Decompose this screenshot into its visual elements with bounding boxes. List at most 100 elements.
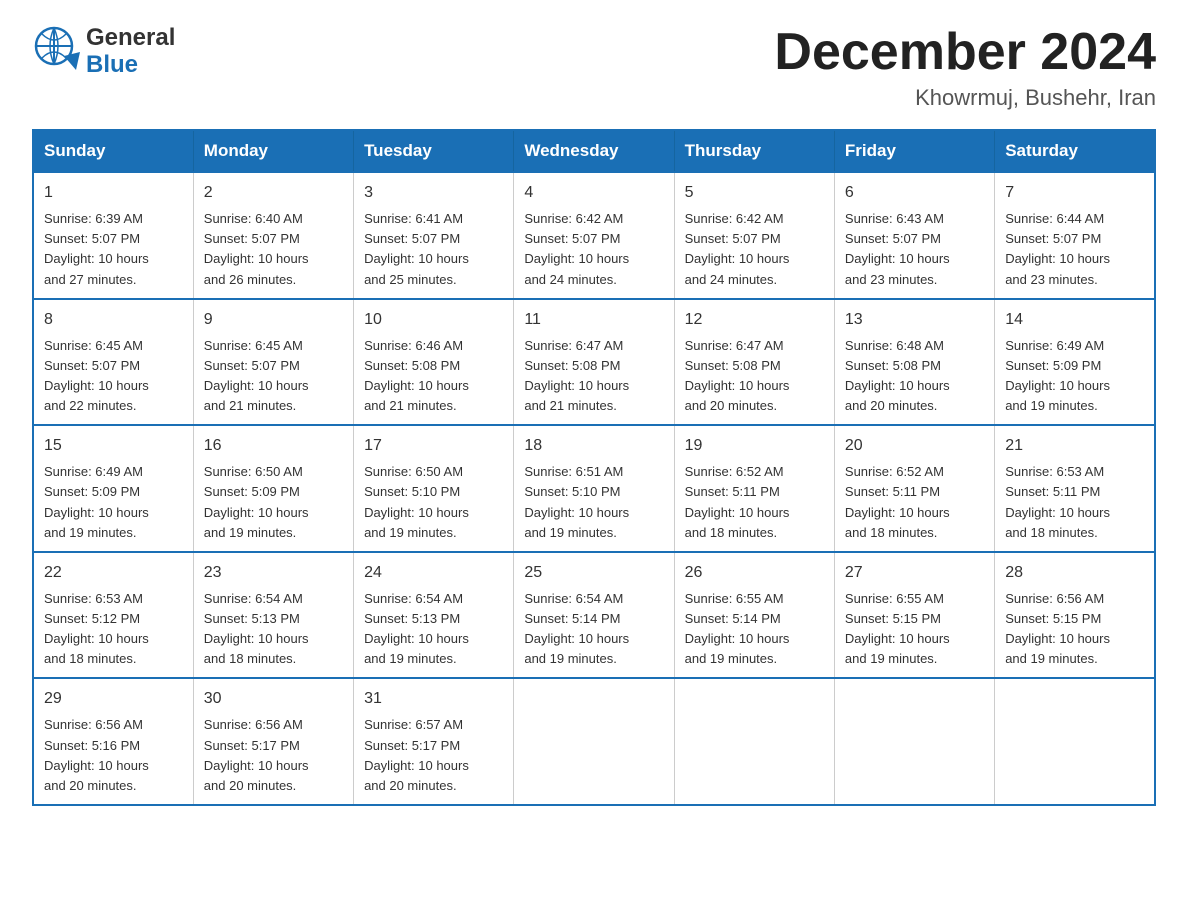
day-info: Sunrise: 6:48 AM Sunset: 5:08 PM Dayligh… bbox=[845, 336, 984, 417]
month-year-title: December 2024 bbox=[774, 24, 1156, 81]
daylight-label: Daylight: 10 hours bbox=[364, 631, 469, 646]
sunrise-label: Sunrise: 6:40 AM bbox=[204, 211, 303, 226]
day-info: Sunrise: 6:42 AM Sunset: 5:07 PM Dayligh… bbox=[524, 209, 663, 290]
sunrise-label: Sunrise: 6:42 AM bbox=[685, 211, 784, 226]
day-info: Sunrise: 6:51 AM Sunset: 5:10 PM Dayligh… bbox=[524, 462, 663, 543]
daylight-label: Daylight: 10 hours bbox=[845, 631, 950, 646]
daylight-label: Daylight: 10 hours bbox=[204, 251, 309, 266]
daylight-label: Daylight: 10 hours bbox=[364, 505, 469, 520]
day-info: Sunrise: 6:56 AM Sunset: 5:16 PM Dayligh… bbox=[44, 715, 183, 796]
daylight-minutes: and 23 minutes. bbox=[1005, 272, 1098, 287]
sunset-label: Sunset: 5:08 PM bbox=[685, 358, 781, 373]
sunset-label: Sunset: 5:15 PM bbox=[845, 611, 941, 626]
daylight-label: Daylight: 10 hours bbox=[364, 758, 469, 773]
day-info: Sunrise: 6:57 AM Sunset: 5:17 PM Dayligh… bbox=[364, 715, 503, 796]
daylight-label: Daylight: 10 hours bbox=[1005, 631, 1110, 646]
day-number: 27 bbox=[845, 561, 984, 585]
day-info: Sunrise: 6:45 AM Sunset: 5:07 PM Dayligh… bbox=[204, 336, 343, 417]
day-number: 11 bbox=[524, 308, 663, 332]
daylight-label: Daylight: 10 hours bbox=[685, 251, 790, 266]
calendar-cell: 8 Sunrise: 6:45 AM Sunset: 5:07 PM Dayli… bbox=[33, 299, 193, 426]
day-info: Sunrise: 6:47 AM Sunset: 5:08 PM Dayligh… bbox=[685, 336, 824, 417]
daylight-minutes: and 18 minutes. bbox=[204, 651, 297, 666]
sunset-label: Sunset: 5:11 PM bbox=[845, 484, 940, 499]
day-number: 5 bbox=[685, 181, 824, 205]
calendar-cell: 22 Sunrise: 6:53 AM Sunset: 5:12 PM Dayl… bbox=[33, 552, 193, 679]
sunset-label: Sunset: 5:10 PM bbox=[524, 484, 620, 499]
daylight-minutes: and 26 minutes. bbox=[204, 272, 297, 287]
day-info: Sunrise: 6:55 AM Sunset: 5:15 PM Dayligh… bbox=[845, 589, 984, 670]
daylight-label: Daylight: 10 hours bbox=[44, 378, 149, 393]
header-tuesday: Tuesday bbox=[354, 130, 514, 172]
sunset-label: Sunset: 5:07 PM bbox=[364, 231, 460, 246]
calendar-cell: 16 Sunrise: 6:50 AM Sunset: 5:09 PM Dayl… bbox=[193, 425, 353, 552]
logo-icon bbox=[32, 24, 82, 79]
day-number: 13 bbox=[845, 308, 984, 332]
day-info: Sunrise: 6:41 AM Sunset: 5:07 PM Dayligh… bbox=[364, 209, 503, 290]
sunrise-label: Sunrise: 6:52 AM bbox=[685, 464, 784, 479]
sunset-label: Sunset: 5:17 PM bbox=[364, 738, 460, 753]
day-number: 2 bbox=[204, 181, 343, 205]
daylight-minutes: and 20 minutes. bbox=[204, 778, 297, 793]
sunset-label: Sunset: 5:11 PM bbox=[1005, 484, 1100, 499]
daylight-minutes: and 20 minutes. bbox=[845, 398, 938, 413]
day-info: Sunrise: 6:53 AM Sunset: 5:11 PM Dayligh… bbox=[1005, 462, 1144, 543]
header-wednesday: Wednesday bbox=[514, 130, 674, 172]
day-number: 21 bbox=[1005, 434, 1144, 458]
sunset-label: Sunset: 5:07 PM bbox=[44, 231, 140, 246]
week-row-3: 15 Sunrise: 6:49 AM Sunset: 5:09 PM Dayl… bbox=[33, 425, 1155, 552]
calendar-cell bbox=[995, 678, 1155, 805]
sunset-label: Sunset: 5:07 PM bbox=[845, 231, 941, 246]
sunset-label: Sunset: 5:07 PM bbox=[204, 358, 300, 373]
sunrise-label: Sunrise: 6:50 AM bbox=[364, 464, 463, 479]
logo: General Blue bbox=[32, 24, 175, 79]
sunrise-label: Sunrise: 6:50 AM bbox=[204, 464, 303, 479]
daylight-label: Daylight: 10 hours bbox=[44, 758, 149, 773]
sunrise-label: Sunrise: 6:53 AM bbox=[1005, 464, 1104, 479]
sunset-label: Sunset: 5:09 PM bbox=[1005, 358, 1101, 373]
header-sunday: Sunday bbox=[33, 130, 193, 172]
calendar-cell: 3 Sunrise: 6:41 AM Sunset: 5:07 PM Dayli… bbox=[354, 172, 514, 299]
daylight-minutes: and 18 minutes. bbox=[845, 525, 938, 540]
sunset-label: Sunset: 5:12 PM bbox=[44, 611, 140, 626]
calendar-cell: 20 Sunrise: 6:52 AM Sunset: 5:11 PM Dayl… bbox=[834, 425, 994, 552]
daylight-label: Daylight: 10 hours bbox=[1005, 251, 1110, 266]
sunrise-label: Sunrise: 6:49 AM bbox=[44, 464, 143, 479]
daylight-label: Daylight: 10 hours bbox=[44, 505, 149, 520]
sunrise-label: Sunrise: 6:41 AM bbox=[364, 211, 463, 226]
sunset-label: Sunset: 5:07 PM bbox=[524, 231, 620, 246]
daylight-label: Daylight: 10 hours bbox=[845, 251, 950, 266]
day-info: Sunrise: 6:50 AM Sunset: 5:09 PM Dayligh… bbox=[204, 462, 343, 543]
day-info: Sunrise: 6:50 AM Sunset: 5:10 PM Dayligh… bbox=[364, 462, 503, 543]
day-info: Sunrise: 6:53 AM Sunset: 5:12 PM Dayligh… bbox=[44, 589, 183, 670]
sunset-label: Sunset: 5:08 PM bbox=[364, 358, 460, 373]
calendar-header-row: SundayMondayTuesdayWednesdayThursdayFrid… bbox=[33, 130, 1155, 172]
sunrise-label: Sunrise: 6:56 AM bbox=[44, 717, 143, 732]
page-header: General Blue December 2024 Khowrmuj, Bus… bbox=[32, 24, 1156, 111]
daylight-minutes: and 19 minutes. bbox=[364, 651, 457, 666]
day-number: 9 bbox=[204, 308, 343, 332]
sunset-label: Sunset: 5:07 PM bbox=[1005, 231, 1101, 246]
day-info: Sunrise: 6:43 AM Sunset: 5:07 PM Dayligh… bbox=[845, 209, 984, 290]
daylight-minutes: and 20 minutes. bbox=[685, 398, 778, 413]
day-info: Sunrise: 6:55 AM Sunset: 5:14 PM Dayligh… bbox=[685, 589, 824, 670]
sunrise-label: Sunrise: 6:46 AM bbox=[364, 338, 463, 353]
day-number: 22 bbox=[44, 561, 183, 585]
sunset-label: Sunset: 5:14 PM bbox=[685, 611, 781, 626]
week-row-4: 22 Sunrise: 6:53 AM Sunset: 5:12 PM Dayl… bbox=[33, 552, 1155, 679]
sunset-label: Sunset: 5:10 PM bbox=[364, 484, 460, 499]
daylight-label: Daylight: 10 hours bbox=[204, 378, 309, 393]
calendar-cell: 27 Sunrise: 6:55 AM Sunset: 5:15 PM Dayl… bbox=[834, 552, 994, 679]
day-number: 8 bbox=[44, 308, 183, 332]
daylight-minutes: and 21 minutes. bbox=[204, 398, 297, 413]
day-info: Sunrise: 6:54 AM Sunset: 5:14 PM Dayligh… bbox=[524, 589, 663, 670]
sunset-label: Sunset: 5:13 PM bbox=[204, 611, 300, 626]
calendar-cell: 18 Sunrise: 6:51 AM Sunset: 5:10 PM Dayl… bbox=[514, 425, 674, 552]
sunrise-label: Sunrise: 6:47 AM bbox=[524, 338, 623, 353]
calendar-cell: 12 Sunrise: 6:47 AM Sunset: 5:08 PM Dayl… bbox=[674, 299, 834, 426]
day-number: 1 bbox=[44, 181, 183, 205]
daylight-minutes: and 20 minutes. bbox=[44, 778, 137, 793]
day-number: 26 bbox=[685, 561, 824, 585]
calendar-cell: 28 Sunrise: 6:56 AM Sunset: 5:15 PM Dayl… bbox=[995, 552, 1155, 679]
sunrise-label: Sunrise: 6:51 AM bbox=[524, 464, 623, 479]
